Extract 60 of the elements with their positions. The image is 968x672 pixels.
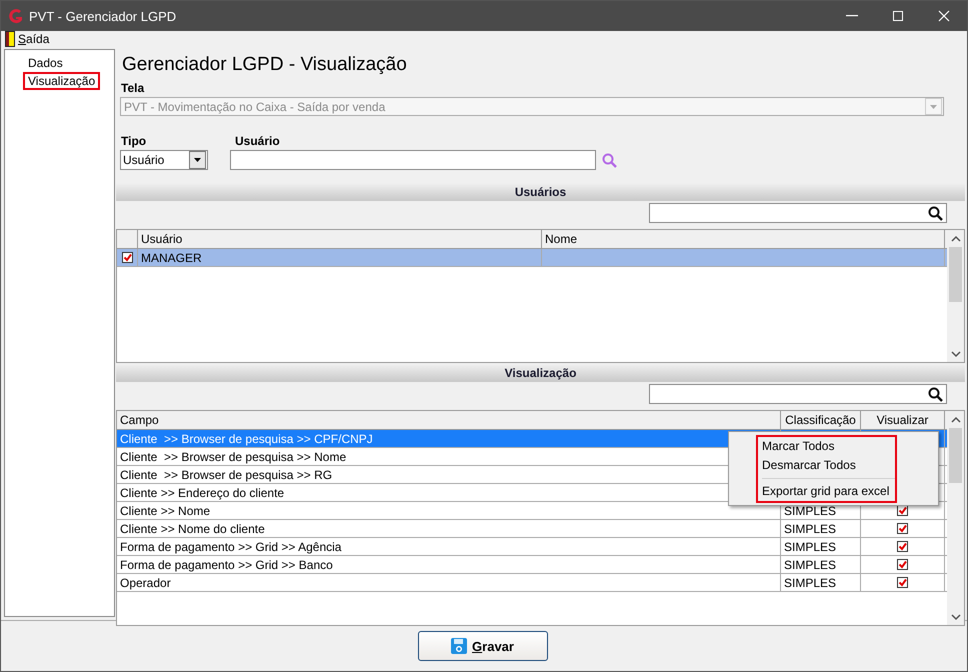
column-header[interactable]: Campo — [117, 411, 781, 429]
minimize-icon — [846, 15, 858, 17]
checkbox[interactable] — [897, 541, 908, 552]
scrollbar[interactable] — [947, 230, 964, 362]
scroll-up-icon[interactable] — [950, 234, 960, 242]
table-cell: Operador — [117, 574, 781, 591]
table-cell: SIMPLES — [781, 556, 861, 573]
scroll-thumb[interactable] — [949, 247, 962, 302]
scroll-up-icon[interactable] — [950, 416, 960, 424]
checkbox[interactable] — [897, 559, 908, 570]
checkbox[interactable] — [122, 252, 132, 263]
menu-item[interactable]: Exportar grid para excel — [758, 482, 894, 501]
table-cell: SIMPLES — [781, 574, 861, 591]
table-cell: Forma de pagamento >> Grid >> Banco — [117, 556, 781, 573]
search-icon[interactable] — [928, 206, 943, 220]
table-row[interactable]: MANAGER — [117, 249, 947, 267]
menu-item[interactable]: Saída — [18, 32, 50, 46]
tree-item[interactable]: Dados — [23, 54, 68, 72]
field-label: Usuário — [235, 134, 281, 148]
column-header[interactable]: Classificação — [781, 411, 861, 429]
table-cell: SIMPLES — [781, 520, 861, 537]
checkbox[interactable] — [897, 523, 908, 534]
search-field[interactable] — [649, 384, 947, 404]
page-title: Gerenciador LGPD - Visualização — [122, 53, 408, 77]
close-icon — [938, 10, 950, 22]
dropdown-arrow-icon — [930, 104, 937, 108]
search-field[interactable] — [649, 203, 947, 223]
table-cell: MANAGER — [138, 249, 542, 266]
screen-dropdown: PVT - Movimentação no Caixa - Saída por venda — [120, 97, 944, 116]
checkbox[interactable] — [897, 577, 908, 588]
user-input-field[interactable] — [230, 150, 596, 170]
scroll-down-icon[interactable] — [950, 612, 960, 620]
table-cell: SIMPLES — [781, 538, 861, 555]
tree-item[interactable]: Visualização — [23, 72, 100, 90]
section-header: Visualização — [116, 364, 965, 382]
type-dropdown[interactable]: Usuário — [120, 150, 208, 170]
scroll-down-icon[interactable] — [950, 350, 960, 358]
field-label: Tela — [121, 81, 146, 95]
door-icon — [5, 31, 15, 47]
column-header[interactable]: Visualizar — [861, 411, 945, 429]
dropdown-arrow-icon — [194, 158, 201, 162]
scroll-thumb[interactable] — [949, 428, 962, 483]
scrollbar[interactable] — [947, 411, 964, 625]
field-label: Tipo — [121, 134, 148, 148]
table-row[interactable]: Forma de pagamento >> Grid >> Agência SIMPLES — [117, 538, 947, 556]
table-cell: Cliente >> Nome do cliente — [117, 520, 781, 537]
app-logo-icon — [7, 8, 23, 24]
maximize-icon — [892, 10, 904, 22]
table-row[interactable]: Cliente >> Nome do cliente SIMPLES — [117, 520, 947, 538]
column-header[interactable]: Usuário — [138, 230, 542, 248]
save-button[interactable]: Gravar — [418, 631, 548, 661]
table-row[interactable]: Forma de pagamento >> Grid >> Banco SIMPLES — [117, 556, 947, 574]
table-cell: Forma de pagamento >> Grid >> Agência — [117, 538, 781, 555]
window-title: PVT - Gerenciador LGPD — [29, 8, 178, 24]
column-header[interactable]: Nome — [542, 230, 945, 248]
check-icon — [122, 253, 132, 262]
search-icon[interactable] — [928, 386, 943, 402]
table-row[interactable]: Operador SIMPLES — [117, 574, 947, 592]
section-header: Usuários — [116, 183, 965, 201]
checkbox[interactable] — [897, 505, 908, 516]
